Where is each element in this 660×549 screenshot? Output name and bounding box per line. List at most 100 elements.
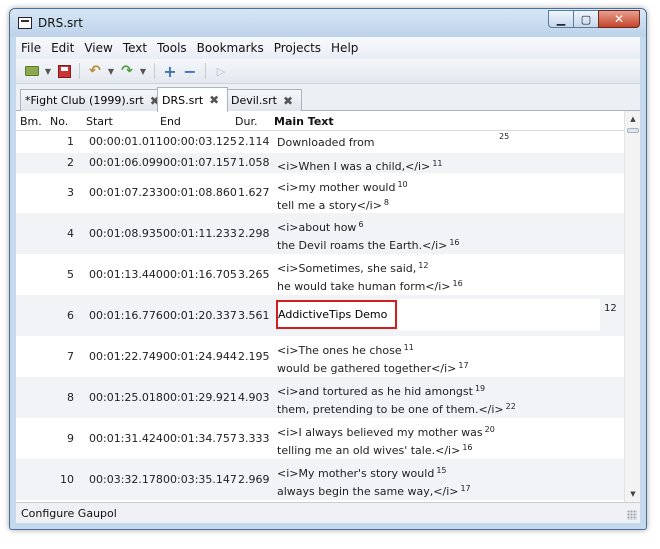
cell-main-text[interactable]: <i>I always believed my mother was 20 tell… bbox=[277, 422, 495, 458]
menu-view[interactable]: View bbox=[79, 41, 117, 55]
scroll-up-icon[interactable]: ▲ bbox=[625, 111, 640, 127]
close-icon[interactable]: ✖ bbox=[283, 95, 295, 107]
cell-duration[interactable]: 2.195 bbox=[238, 350, 270, 363]
redo-dropdown-button[interactable]: ▼ bbox=[137, 62, 149, 80]
cell-duration[interactable]: 3.561 bbox=[238, 309, 270, 322]
menu-projects[interactable]: Projects bbox=[269, 41, 326, 55]
cell-main-text[interactable]: <i>and tortured as he hid amongst 19 them,… bbox=[277, 381, 516, 417]
cell-duration[interactable]: 4.903 bbox=[238, 391, 270, 404]
cell-main-text[interactable]: <i>The ones he chose 11 would be gathered … bbox=[277, 340, 469, 376]
cell-main-text[interactable]: <i>When I was a child,</i> 11 bbox=[277, 156, 443, 174]
close-button[interactable]: ✕ bbox=[598, 10, 640, 28]
cell-main-text[interactable]: Downloaded from 25 bbox=[277, 132, 509, 150]
cell-number[interactable]: 7 bbox=[46, 350, 74, 363]
remove-subtitle-button[interactable]: − bbox=[180, 62, 200, 81]
cell-start[interactable]: 00:01:16.776 bbox=[89, 309, 163, 322]
cell-start[interactable]: 00:00:01.011 bbox=[89, 135, 163, 148]
menu-edit[interactable]: Edit bbox=[46, 41, 79, 55]
tab-devil[interactable]: Devil.srt ✖ bbox=[226, 89, 302, 111]
cell-duration[interactable]: 1.627 bbox=[238, 186, 270, 199]
column-header-main-text[interactable]: Main Text bbox=[274, 115, 334, 128]
cell-start[interactable]: 00:01:25.018 bbox=[89, 391, 163, 404]
cell-duration[interactable]: 3.333 bbox=[238, 432, 270, 445]
main-text-editor[interactable]: AddictiveTips Demo bbox=[276, 300, 397, 329]
table-row[interactable]: 4 00:01:08.935 00:01:11.233 2.298 <i>about h… bbox=[16, 213, 624, 254]
menu-file[interactable]: File bbox=[16, 41, 46, 55]
tab-fight-club[interactable]: *Fight Club (1999).srt ✖ bbox=[20, 89, 169, 111]
cell-number[interactable]: 8 bbox=[46, 391, 74, 404]
scroll-down-icon[interactable]: ▼ bbox=[625, 486, 640, 502]
table-row[interactable]: 8 00:01:25.018 00:01:29.921 4.903 <i>and tor… bbox=[16, 377, 624, 418]
cell-end[interactable]: 00:01:29.921 bbox=[163, 391, 237, 404]
cell-start[interactable]: 00:03:32.178 bbox=[89, 473, 163, 486]
title-bar[interactable]: DRS.srt ▁ ▢ ✕ bbox=[10, 9, 646, 37]
cell-start[interactable]: 00:01:22.749 bbox=[89, 350, 163, 363]
tab-drs[interactable]: DRS.srt ✖ bbox=[157, 87, 229, 112]
table-row[interactable]: 5 00:01:13.440 00:01:16.705 3.265 <i>Sometim… bbox=[16, 254, 624, 295]
table-row[interactable]: 10 00:03:32.178 00:03:35.147 2.969 <i>My mot… bbox=[16, 459, 624, 500]
menu-bookmarks[interactable]: Bookmarks bbox=[192, 41, 269, 55]
insert-subtitle-button[interactable]: + bbox=[160, 62, 180, 81]
cell-number[interactable]: 4 bbox=[46, 227, 74, 240]
cell-number[interactable]: 2 bbox=[46, 156, 74, 169]
close-icon[interactable]: ✖ bbox=[209, 94, 221, 106]
cell-start[interactable]: 00:01:08.935 bbox=[89, 227, 163, 240]
cell-main-text[interactable]: <i>my mother would 10 tell me a story</i> 8 bbox=[277, 177, 408, 213]
vertical-scrollbar[interactable]: ▲ ▼ bbox=[624, 111, 640, 502]
open-button[interactable] bbox=[22, 62, 42, 80]
cell-end[interactable]: 00:01:08.860 bbox=[163, 186, 237, 199]
cell-start[interactable]: 00:01:06.099 bbox=[89, 156, 163, 169]
menu-help[interactable]: Help bbox=[326, 41, 363, 55]
maximize-button[interactable]: ▢ bbox=[573, 10, 599, 28]
text-line: the Devil roams the Earth.</i> 16 bbox=[277, 235, 460, 253]
cell-end[interactable]: 00:00:03.125 bbox=[163, 135, 237, 148]
undo-button[interactable]: ↶ bbox=[85, 62, 105, 80]
column-header-start[interactable]: Start bbox=[86, 115, 113, 128]
cell-main-text[interactable]: <i>My mother's story would 15 always begin… bbox=[277, 463, 471, 499]
minimize-button[interactable]: ▁ bbox=[548, 10, 574, 28]
open-dropdown-button[interactable]: ▼ bbox=[42, 62, 54, 80]
cell-end[interactable]: 00:01:34.757 bbox=[163, 432, 237, 445]
preview-button[interactable]: ▷ bbox=[211, 62, 231, 80]
cell-duration[interactable]: 3.265 bbox=[238, 268, 270, 281]
line-text: <i>my mother would bbox=[277, 181, 396, 194]
table-row[interactable]: 7 00:01:22.749 00:01:24.944 2.195 <i>The one… bbox=[16, 336, 624, 377]
cell-number[interactable]: 3 bbox=[46, 186, 74, 199]
cell-end[interactable]: 00:01:16.705 bbox=[163, 268, 237, 281]
cell-end[interactable]: 00:01:20.337 bbox=[163, 309, 237, 322]
cell-duration[interactable]: 2.114 bbox=[238, 135, 270, 148]
cell-start[interactable]: 00:01:13.440 bbox=[89, 268, 163, 281]
cell-start[interactable]: 00:01:07.233 bbox=[89, 186, 163, 199]
table-row[interactable]: 1 00:00:01.011 00:00:03.125 2.114 Downloaded… bbox=[16, 131, 624, 153]
undo-dropdown-button[interactable]: ▼ bbox=[105, 62, 117, 80]
table-row[interactable]: 2 00:01:06.099 00:01:07.157 1.058 <i>When I … bbox=[16, 153, 624, 173]
menu-text[interactable]: Text bbox=[118, 41, 152, 55]
cell-number[interactable]: 1 bbox=[46, 135, 74, 148]
cell-number[interactable]: 9 bbox=[46, 432, 74, 445]
column-header-end[interactable]: End bbox=[160, 115, 181, 128]
table-row[interactable]: 9 00:01:31.424 00:01:34.757 3.333 <i>I alway… bbox=[16, 418, 624, 459]
menu-tools[interactable]: Tools bbox=[152, 41, 192, 55]
table-row[interactable]: 6 00:01:16.776 00:01:20.337 3.561 AddictiveT… bbox=[16, 295, 624, 336]
save-button[interactable] bbox=[54, 62, 74, 80]
cell-number[interactable]: 10 bbox=[46, 473, 74, 486]
cell-start[interactable]: 00:01:31.424 bbox=[89, 432, 163, 445]
cell-number[interactable]: 5 bbox=[46, 268, 74, 281]
cell-end[interactable]: 00:01:07.157 bbox=[163, 156, 237, 169]
column-header-duration[interactable]: Dur. bbox=[235, 115, 257, 128]
scroll-thumb[interactable] bbox=[627, 128, 639, 133]
cell-main-text[interactable]: <i>Sometimes, she said, 12 he would take h… bbox=[277, 258, 463, 294]
cell-main-text[interactable]: <i>about how 6 the Devil roams the Earth.<… bbox=[277, 217, 460, 253]
cell-duration[interactable]: 2.298 bbox=[238, 227, 270, 240]
redo-button[interactable]: ↷ bbox=[117, 62, 137, 80]
cell-number[interactable]: 6 bbox=[46, 309, 74, 322]
cell-end[interactable]: 00:01:24.944 bbox=[163, 350, 237, 363]
cell-duration[interactable]: 1.058 bbox=[238, 156, 270, 169]
table-row[interactable]: 3 00:01:07.233 00:01:08.860 1.627 <i>my moth… bbox=[16, 173, 624, 213]
cell-end[interactable]: 00:03:35.147 bbox=[163, 473, 237, 486]
cell-duration[interactable]: 2.969 bbox=[238, 473, 270, 486]
resize-grip-icon[interactable] bbox=[627, 510, 637, 520]
column-header-bm[interactable]: Bm. bbox=[20, 115, 42, 128]
column-header-no[interactable]: No. bbox=[50, 115, 68, 128]
cell-end[interactable]: 00:01:11.233 bbox=[163, 227, 237, 240]
